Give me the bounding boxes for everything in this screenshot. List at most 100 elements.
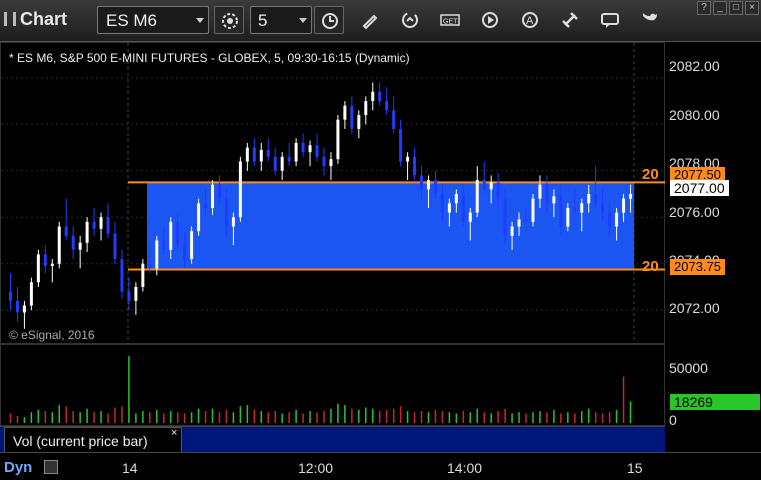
candle-body (190, 231, 194, 260)
candle-body (552, 196, 556, 204)
candle-body (371, 91, 375, 102)
candle-body (406, 156, 410, 162)
symbol-input[interactable]: ES M6 (97, 6, 209, 34)
refresh-icon[interactable] (400, 10, 420, 30)
candle-body (440, 194, 444, 213)
interval-clock-button[interactable] (314, 6, 344, 34)
volume-tick: 50000 (669, 360, 708, 376)
candle-body (92, 221, 96, 229)
candle-body (357, 115, 361, 129)
candle-body (587, 194, 591, 204)
volume-axis[interactable]: 50000 18269 0 (665, 344, 761, 428)
candle-body (503, 198, 507, 236)
twitter-icon[interactable] (640, 10, 660, 30)
candle-body (22, 305, 26, 313)
candle-body (566, 207, 570, 227)
candle-body (43, 254, 47, 267)
candle-body (622, 198, 626, 213)
candle-body (148, 263, 152, 269)
volume-study-label[interactable]: Vol (current price bar) (4, 427, 182, 453)
candle-body (8, 291, 12, 301)
volume-panel[interactable] (0, 344, 665, 426)
candle-body (245, 147, 249, 162)
candle-body (538, 184, 542, 199)
price-axis[interactable]: 2082.00 2080.00 2078.00 2076.00 2074.00 … (665, 42, 761, 344)
close-icon[interactable]: × (171, 427, 177, 439)
candle-body (594, 194, 598, 204)
candle-body (454, 194, 458, 204)
candle-body (392, 110, 396, 129)
candle-body (78, 242, 82, 250)
candle-body (50, 263, 54, 267)
chart-description: * ES M6, S&P 500 E-MINI FUTURES - GLOBEX… (9, 51, 410, 65)
maximize-button[interactable]: □ (729, 1, 743, 15)
candle-body (217, 184, 221, 199)
candle-body (141, 263, 145, 287)
price-tick: 2076.00 (669, 204, 720, 220)
candle-body (287, 156, 291, 162)
candle-body (426, 180, 430, 190)
candle-body (252, 147, 256, 162)
link-icon[interactable] (560, 10, 580, 30)
candle-body (15, 300, 19, 313)
candle-body (224, 198, 228, 227)
candle-body (134, 286, 138, 301)
candle-body (99, 217, 103, 229)
drag-grip-icon[interactable] (4, 12, 16, 26)
time-tick: 14 (122, 460, 138, 476)
candle-body (176, 221, 180, 246)
candle-body (343, 105, 347, 120)
upper-zone-edge-label: 20 (642, 166, 659, 183)
candle-body (601, 203, 605, 213)
price-tick: 2072.00 (669, 300, 720, 316)
lower-zone-price-label: 2073.75 (670, 259, 725, 275)
svg-text:A: A (526, 15, 534, 27)
interval-input[interactable]: 5 (250, 6, 312, 34)
chevron-down-icon[interactable] (299, 18, 307, 23)
current-volume-label: 18269 (670, 394, 760, 410)
candle-body (183, 245, 187, 260)
price-chart-svg (1, 43, 666, 345)
candle-body (524, 219, 528, 222)
candle-body (517, 219, 521, 227)
clock-icon (322, 13, 338, 29)
time-axis[interactable]: Dyn 14 12:00 14:00 15 (0, 452, 761, 480)
window-title[interactable]: Chart (4, 9, 67, 30)
settings-button[interactable] (214, 6, 244, 34)
chevron-down-icon[interactable] (196, 18, 204, 23)
candle-body (378, 91, 382, 102)
get-icon[interactable]: GET (440, 10, 460, 30)
settings-icon (222, 13, 238, 29)
candle-body (420, 175, 424, 190)
candle-body (468, 212, 472, 222)
study-label-bar: Vol (current price bar) × (0, 426, 665, 453)
svg-text:GET: GET (443, 19, 458, 26)
candle-body (308, 145, 312, 153)
close-button[interactable]: × (745, 1, 759, 15)
pencil-icon[interactable] (360, 10, 380, 30)
play-icon[interactable] (480, 10, 500, 30)
candle-body (531, 198, 535, 222)
dynamic-label: Dyn (4, 459, 33, 476)
minimize-button[interactable]: _ (713, 1, 727, 15)
price-panel[interactable]: * ES M6, S&P 500 E-MINI FUTURES - GLOBEX… (0, 42, 666, 345)
candle-body (294, 142, 298, 162)
candle-body (315, 145, 319, 157)
candle-body (545, 184, 549, 204)
help-button[interactable]: ? (697, 1, 711, 15)
candle-body (385, 101, 389, 111)
lock-icon[interactable] (44, 460, 58, 474)
time-tick: 12:00 (298, 460, 334, 476)
candle-body (169, 221, 173, 250)
copyright-label: © eSignal, 2016 (9, 328, 95, 342)
alert-icon[interactable]: A (520, 10, 540, 30)
candle-body (461, 194, 465, 222)
chart-area[interactable]: * ES M6, S&P 500 E-MINI FUTURES - GLOBEX… (0, 42, 761, 480)
candle-body (399, 128, 403, 162)
candle-body (336, 119, 340, 160)
price-tick: 2082.00 (669, 58, 720, 74)
candle-body (629, 194, 633, 199)
candle-body (106, 217, 110, 234)
chat-icon[interactable] (600, 10, 620, 30)
candle-body (273, 156, 277, 171)
